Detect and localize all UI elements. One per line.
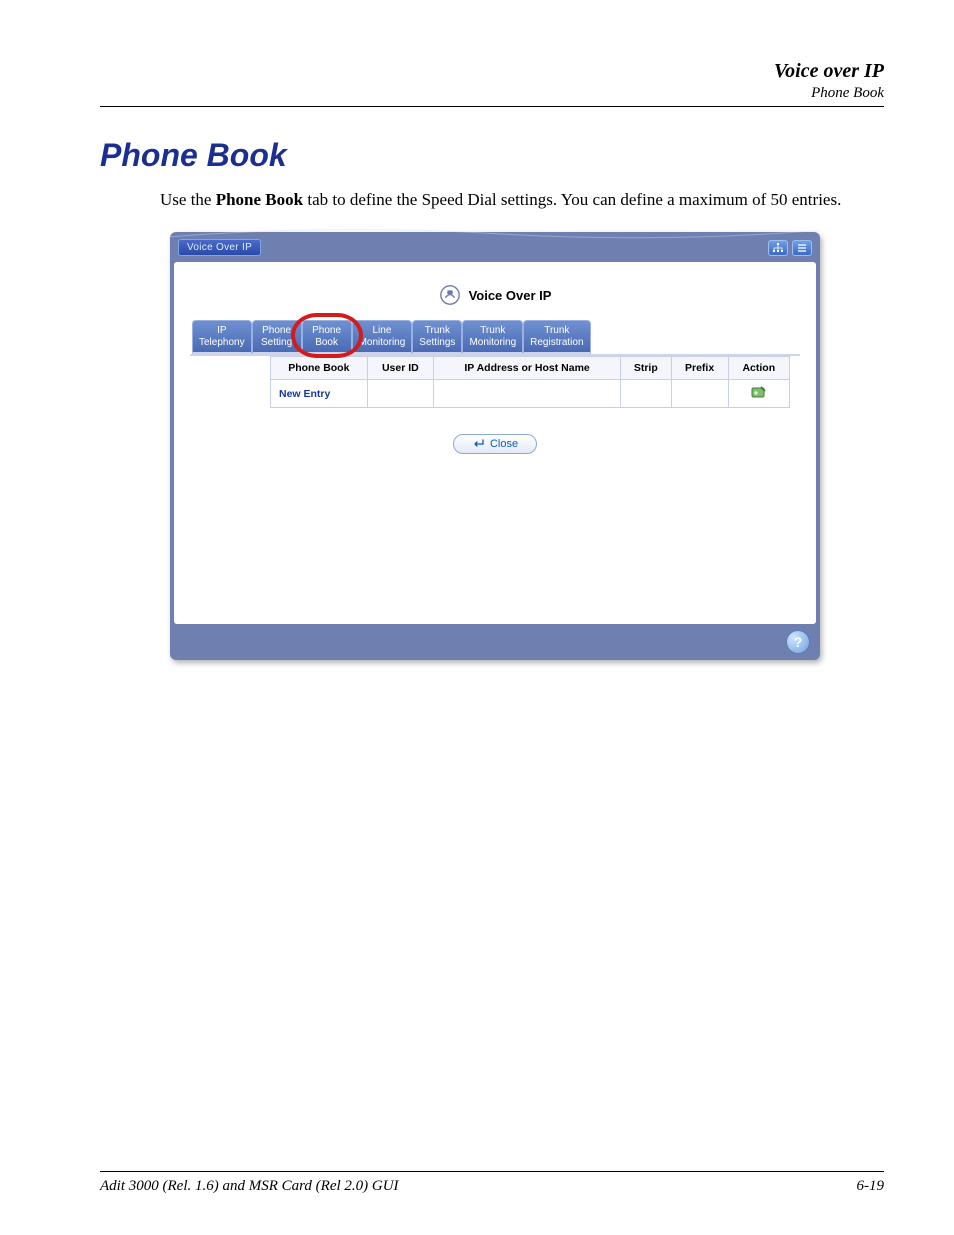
tab-phone-book[interactable]: Phone Book — [302, 320, 352, 354]
th-prefix: Prefix — [671, 357, 728, 380]
th-action: Action — [728, 357, 789, 380]
tab-line-monitoring[interactable]: Line Monitoring — [352, 320, 413, 354]
content-heading: Voice Over IP — [469, 288, 552, 303]
th-strip: Strip — [621, 357, 672, 380]
th-phone-book: Phone Book — [271, 357, 368, 380]
help-icon[interactable]: ? — [786, 630, 810, 654]
tab-ip-telephony[interactable]: IP Telephony — [192, 320, 252, 354]
list-icon[interactable] — [792, 240, 812, 256]
cell-ip-host — [434, 380, 621, 408]
tab-trunk-monitoring[interactable]: Trunk Monitoring — [462, 320, 523, 354]
tab-trunk-settings[interactable]: Trunk Settings — [412, 320, 462, 354]
footer-rule — [100, 1171, 884, 1172]
th-ip-host: IP Address or Host Name — [434, 357, 621, 380]
section-title: Phone Book — [100, 137, 884, 174]
cell-action[interactable] — [728, 380, 789, 408]
tab-trunk-registration[interactable]: Trunk Registration — [523, 320, 590, 354]
cell-user-id — [367, 380, 433, 408]
window-title: Voice Over IP — [178, 239, 261, 256]
header-rule — [100, 106, 884, 107]
close-label: Close — [490, 438, 518, 450]
tree-icon[interactable] — [768, 240, 788, 256]
table-header-row: Phone Book User ID IP Address or Host Na… — [271, 357, 790, 380]
new-entry-link[interactable]: New Entry — [271, 380, 368, 408]
cell-prefix — [671, 380, 728, 408]
tab-phone-setting[interactable]: Phone Setting — [252, 320, 302, 354]
phone-book-table: Phone Book User ID IP Address or Host Na… — [270, 356, 790, 408]
th-user-id: User ID — [367, 357, 433, 380]
voip-icon — [439, 284, 461, 306]
table-row: New Entry — [271, 380, 790, 408]
add-icon[interactable] — [751, 385, 767, 399]
close-button[interactable]: Close — [453, 434, 537, 454]
intro-bold: Phone Book — [216, 190, 303, 209]
cell-strip — [621, 380, 672, 408]
intro-suffix: tab to define the Speed Dial settings. Y… — [303, 190, 841, 209]
page-header-section: Voice over IP — [100, 60, 884, 83]
intro-prefix: Use the — [160, 190, 216, 209]
page-header-subsection: Phone Book — [100, 85, 884, 102]
intro-text: Use the Phone Book tab to define the Spe… — [160, 190, 884, 210]
footer-right: 6-19 — [857, 1178, 885, 1195]
enter-icon — [472, 439, 484, 449]
footer-left: Adit 3000 (Rel. 1.6) and MSR Card (Rel 2… — [100, 1178, 399, 1195]
screenshot-window: Voice Over IP Voice Over IP IP — [170, 232, 820, 660]
